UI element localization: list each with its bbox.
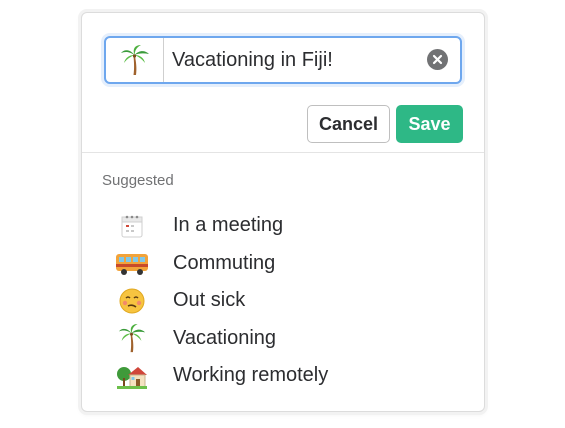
suggested-item-label: Commuting (173, 251, 276, 274)
suggested-heading: Suggested (102, 172, 174, 189)
sick-face-icon (115, 286, 149, 316)
suggested-status-list: In a meeting Commuting Out sick Vacation… (82, 207, 484, 395)
suggested-item-working-remotely[interactable]: Working remotely (82, 357, 484, 395)
status-input-group (104, 36, 462, 84)
section-divider (82, 152, 484, 153)
cancel-button[interactable]: Cancel (307, 105, 390, 143)
house-with-garden-icon (115, 361, 149, 391)
set-status-dialog: Cancel Save Suggested In a meeting (81, 12, 485, 412)
save-button[interactable]: Save (396, 105, 463, 143)
emoji-picker-button[interactable] (106, 38, 164, 82)
clear-status-button[interactable] (427, 49, 448, 70)
suggested-item-label: Vacationing (173, 326, 277, 349)
status-text-input[interactable] (164, 38, 420, 82)
palm-tree-icon (120, 45, 149, 75)
suggested-item-label: Out sick (173, 289, 246, 312)
suggested-item-in-a-meeting[interactable]: In a meeting (82, 207, 484, 245)
clear-icon (432, 54, 443, 65)
suggested-item-vacationing[interactable]: Vacationing (82, 320, 484, 358)
palm-tree-icon (115, 323, 149, 353)
suggested-item-out-sick[interactable]: Out sick (82, 282, 484, 320)
suggested-item-label: Working remotely (173, 364, 329, 387)
calendar-icon (115, 211, 149, 241)
bus-icon (115, 248, 149, 278)
suggested-item-label: In a meeting (173, 214, 284, 237)
suggested-item-commuting[interactable]: Commuting (82, 245, 484, 283)
